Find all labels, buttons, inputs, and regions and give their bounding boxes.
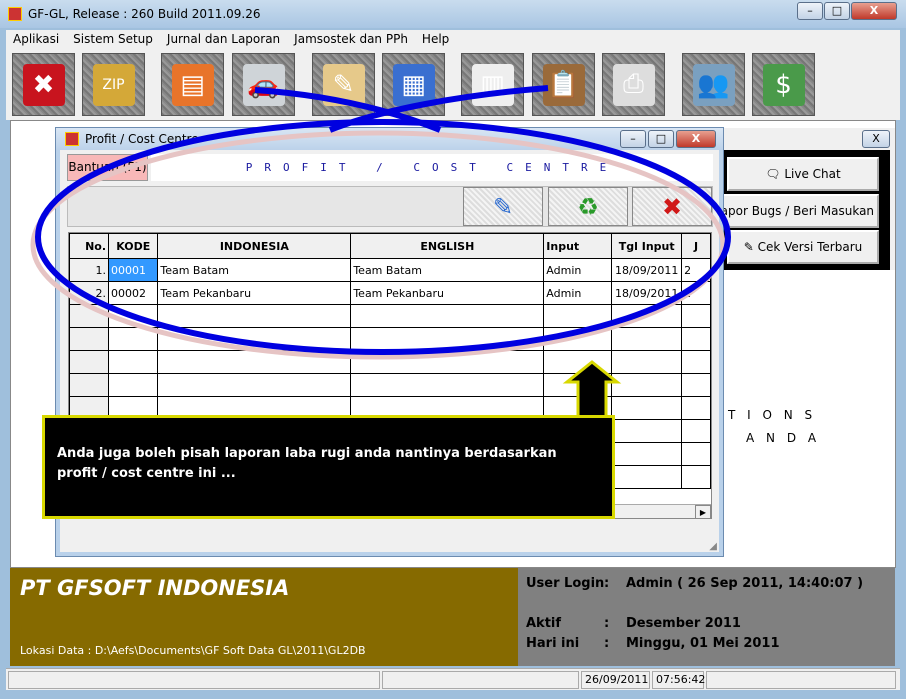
separator: : xyxy=(604,616,610,631)
separator: : xyxy=(604,636,610,651)
session-info-panel: User Login : Admin ( 26 Sep 2011, 14:40:… xyxy=(518,568,895,666)
status-date: 26/09/2011 xyxy=(581,671,650,689)
user-login-label: User Login xyxy=(526,576,605,591)
data-location: Lokasi Data : D:\Aefs\Documents\GF Soft … xyxy=(20,644,366,657)
company-name: PT GFSOFT INDONESIA xyxy=(20,576,290,600)
callout-arrow xyxy=(562,360,622,419)
company-panel: PT GFSOFT INDONESIA Lokasi Data : D:\Aef… xyxy=(10,568,518,666)
status-bar: 26/09/2011 07:56:42 xyxy=(6,668,900,690)
today-value: Minggu, 01 Mei 2011 xyxy=(626,636,780,651)
separator: : xyxy=(604,576,610,591)
active-period-value: Desember 2011 xyxy=(626,616,741,631)
annotation-ellipse xyxy=(35,119,731,355)
status-time: 07:56:42 xyxy=(652,671,705,689)
today-label: Hari ini xyxy=(526,636,580,651)
active-period-label: Aktif xyxy=(526,616,562,631)
status-cell xyxy=(382,671,579,689)
status-cell xyxy=(706,671,896,689)
tooltip-callout: Anda juga boleh pisah laporan laba rugi … xyxy=(42,415,615,519)
user-login-value: Admin ( 26 Sep 2011, 14:40:07 ) xyxy=(626,576,864,591)
status-cell xyxy=(8,671,380,689)
